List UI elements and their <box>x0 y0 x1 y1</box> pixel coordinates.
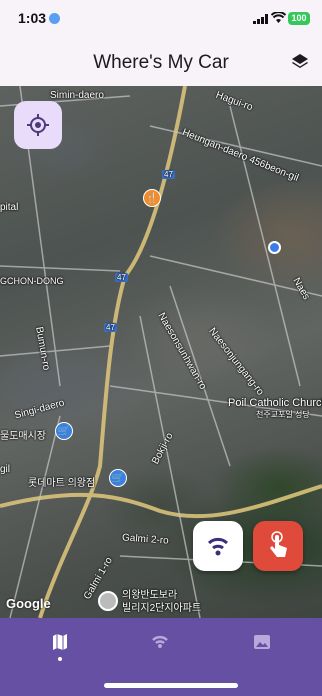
street-label-gil: gil <box>0 464 11 475</box>
tap-button[interactable] <box>253 521 303 571</box>
status-time: 1:03 <box>18 10 47 26</box>
signal-icon[interactable] <box>150 632 170 652</box>
route-shield-47-c: 47 <box>104 323 117 332</box>
place-label-lotte-mart: 롯데마트 의왕점 <box>28 478 96 489</box>
nav-selected-indicator <box>58 657 62 661</box>
place-label-church-korean: 천주교포일 성당 <box>256 410 310 419</box>
route-shield-47-b: 47 <box>115 273 128 282</box>
my-location-icon <box>27 114 49 136</box>
map-icon[interactable] <box>50 632 70 652</box>
place-pin-apartment[interactable] <box>98 591 118 611</box>
app-bar: Where's My Car <box>0 38 322 86</box>
location-services-icon <box>49 13 60 24</box>
restaurant-pin[interactable]: 🍴 <box>143 189 161 207</box>
route-shield-47-a: 47 <box>162 170 175 179</box>
wifi-status-icon <box>271 12 286 23</box>
tap-hand-icon <box>270 531 287 557</box>
area-label-gchon-dong: GCHON-DONG <box>0 276 64 286</box>
status-bar: 1:03 100 <box>0 0 322 38</box>
wifi-icon <box>207 537 229 556</box>
cart-icon: 🛒 <box>57 426 71 437</box>
place-label-apartment-line2: 빌리지2단지아파트 <box>122 603 202 614</box>
shopping-pin-lotte[interactable]: 🛒 <box>109 469 127 487</box>
page-title: Where's My Car <box>93 52 229 73</box>
fork-knife-icon: 🍴 <box>145 193 159 204</box>
cart-icon: 🛒 <box>111 473 125 484</box>
user-location-dot <box>268 241 281 254</box>
place-label-poil-catholic-church: Poil Catholic Church <box>228 397 322 409</box>
my-location-button[interactable] <box>14 101 62 149</box>
home-indicator <box>104 683 238 688</box>
street-label-simin-daero: Simin-daero <box>50 90 104 101</box>
layers-icon[interactable] <box>291 53 309 71</box>
google-attribution: Google <box>6 596 51 611</box>
wifi-button[interactable] <box>193 521 243 571</box>
place-label-hospital: pital <box>0 202 19 213</box>
shopping-pin-market[interactable]: 🛒 <box>55 422 73 440</box>
place-label-wholesale-market: 물도매시장 <box>0 431 46 442</box>
cellular-signal-icon <box>253 14 268 24</box>
image-icon[interactable] <box>252 632 272 652</box>
battery-icon: 100 <box>288 12 310 25</box>
